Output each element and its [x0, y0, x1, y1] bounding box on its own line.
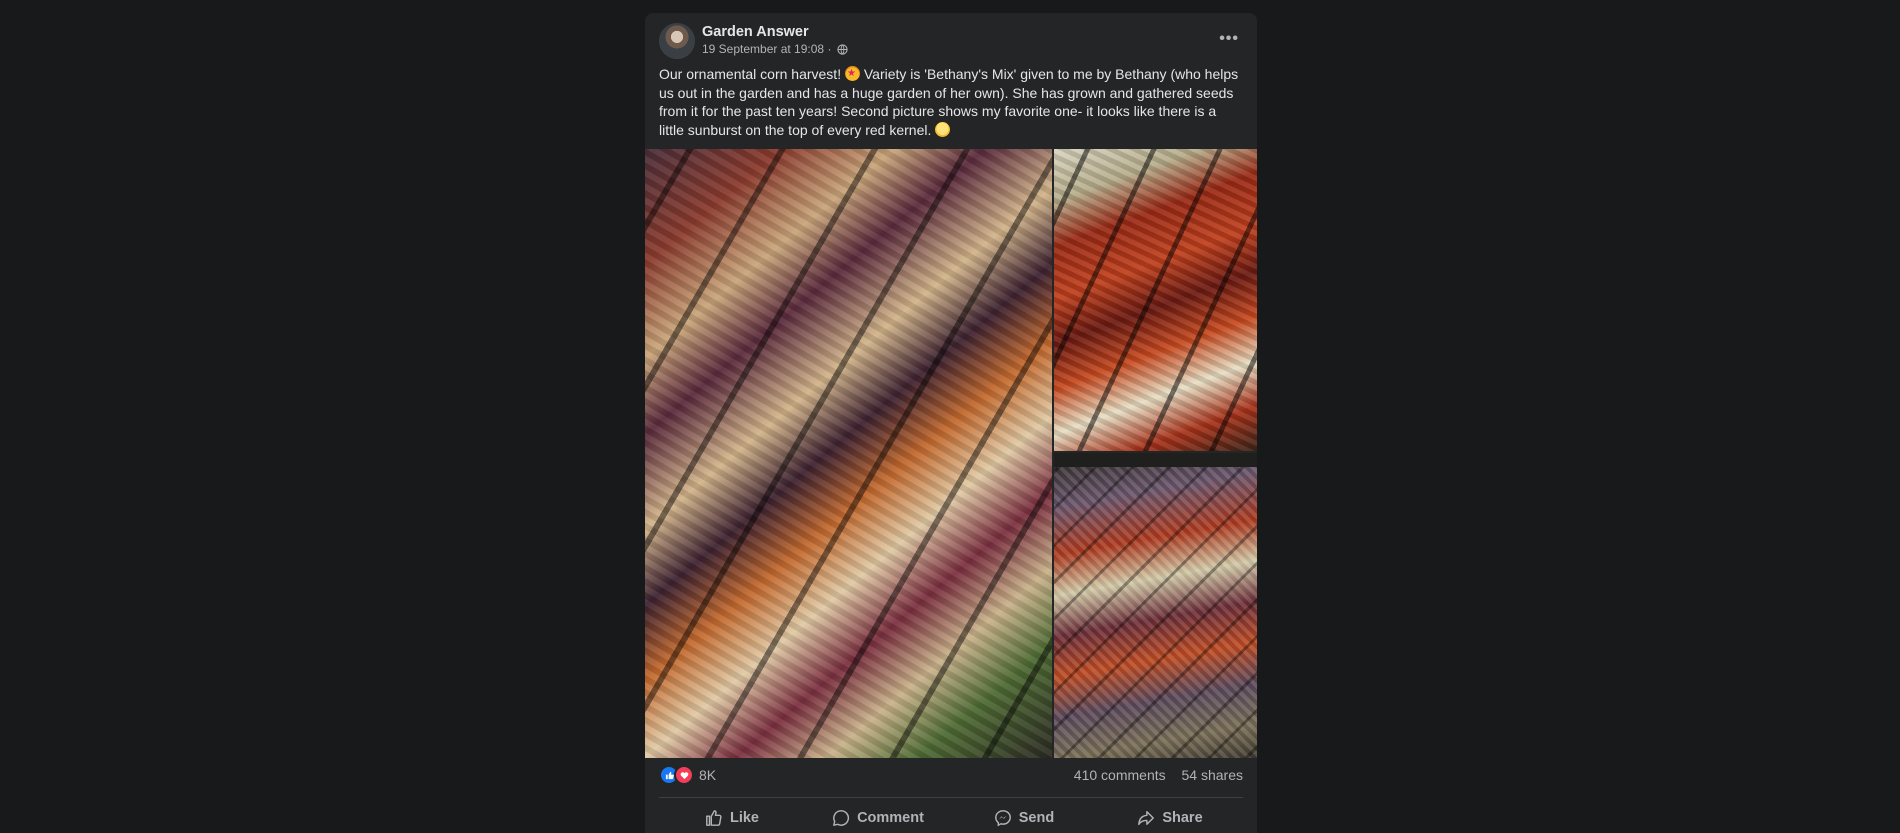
- comments-count[interactable]: 410 comments: [1074, 767, 1166, 783]
- photo-2[interactable]: [1054, 149, 1257, 451]
- comment-label: Comment: [857, 810, 924, 826]
- post-text: Our ornamental corn harvest! Variety is …: [659, 65, 1244, 139]
- globe-icon: [837, 44, 848, 58]
- like-label: Like: [729, 810, 759, 826]
- author-avatar[interactable]: [659, 23, 695, 59]
- photo-gallery: [645, 149, 1257, 758]
- share-button[interactable]: Share: [1097, 802, 1243, 833]
- shares-count[interactable]: 54 shares: [1182, 767, 1243, 783]
- send-label: Send: [1018, 810, 1055, 826]
- post-timestamp[interactable]: 19 September at 19:08: [702, 42, 824, 56]
- reaction-count: 8K: [699, 767, 717, 783]
- stats-divider: [659, 797, 1243, 798]
- share-icon: [1138, 810, 1155, 826]
- share-label: Share: [1162, 810, 1203, 826]
- send-button[interactable]: Send: [951, 802, 1097, 833]
- photo-3[interactable]: [1054, 453, 1257, 758]
- more-options-icon[interactable]: •••: [1219, 30, 1239, 48]
- messenger-icon: [994, 810, 1011, 827]
- post-meta: 19 September at 19:08 ·: [702, 42, 848, 58]
- smile-emoji-icon: [935, 121, 951, 137]
- action-bar: Like Comment Send Share: [659, 802, 1243, 833]
- reactions-summary[interactable]: 8K: [659, 765, 716, 785]
- love-reaction-icon: [674, 765, 694, 785]
- post-text-part-1: Our ornamental corn harvest!: [659, 66, 845, 82]
- comment-button[interactable]: Comment: [805, 802, 951, 833]
- thumbs-up-icon: [706, 810, 722, 826]
- like-button[interactable]: Like: [659, 802, 805, 833]
- post-card: Garden Answer 19 September at 19:08 · ••…: [645, 13, 1257, 833]
- post-header: Garden Answer 19 September at 19:08 · ••…: [645, 13, 1257, 63]
- author-name[interactable]: Garden Answer: [702, 24, 809, 40]
- post-stats: 8K 410 comments 54 shares: [645, 765, 1257, 791]
- photo-1[interactable]: [645, 149, 1052, 758]
- comment-icon: [833, 810, 850, 826]
- engagement-counts: 410 comments 54 shares: [1074, 767, 1243, 783]
- meta-separator: ·: [827, 42, 832, 56]
- star-struck-emoji-icon: [844, 65, 860, 84]
